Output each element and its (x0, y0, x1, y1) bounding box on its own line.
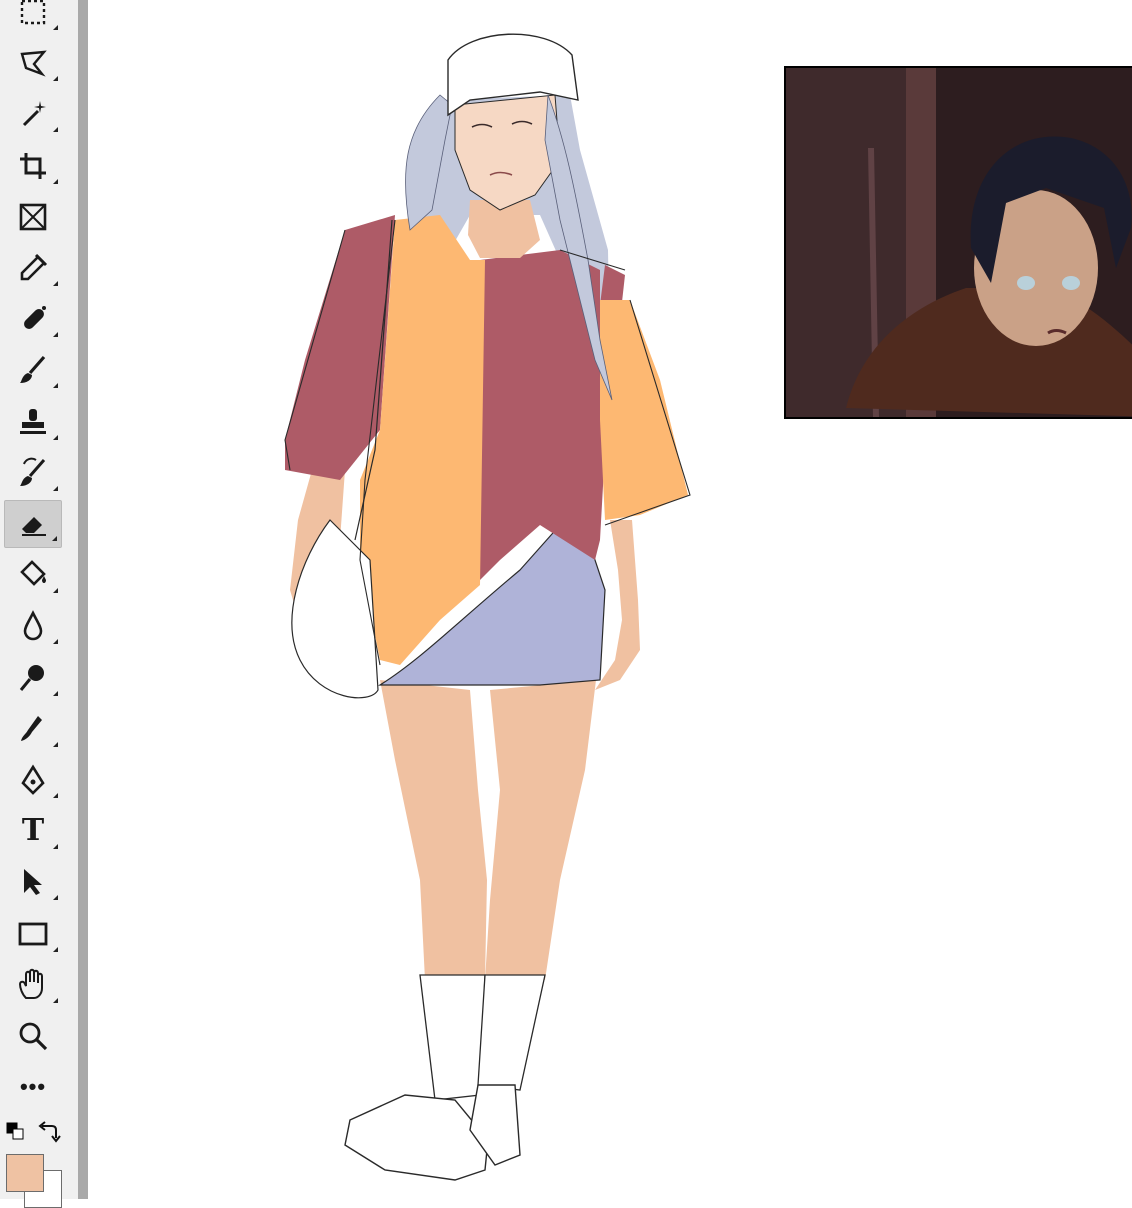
tools-panel-edge (78, 0, 88, 1199)
clone-stamp-tool-button[interactable] (4, 398, 62, 446)
flyout-indicator-icon (53, 639, 58, 645)
spot-healing-brush-icon (24, 306, 46, 330)
history-brush-icon (20, 457, 46, 486)
rectangular-marquee-icon (20, 0, 46, 25)
flyout-indicator-icon (53, 844, 58, 850)
brush-tool-button[interactable] (4, 346, 62, 394)
rectangle-icon (18, 922, 48, 945)
smudge-icon (21, 715, 42, 741)
default-colors-icon[interactable] (6, 1122, 24, 1140)
flyout-indicator-icon (53, 76, 58, 82)
flyout-indicator-icon (53, 997, 58, 1003)
smudge-tool-button[interactable] (4, 705, 62, 753)
type-tool-button[interactable]: T (4, 807, 62, 855)
dodge-icon (19, 664, 44, 691)
reference-image (784, 66, 1132, 419)
flyout-indicator-icon (53, 588, 58, 594)
rectangular-marquee-tool-button[interactable] (4, 0, 62, 36)
type-icon: T (21, 813, 45, 849)
flyout-indicator-icon (53, 793, 58, 798)
left-leg (380, 680, 487, 980)
frame-icon (19, 203, 47, 231)
flyout-indicator-icon (52, 536, 57, 541)
spot-healing-brush-tool-button[interactable] (4, 295, 62, 343)
pen-tool-button[interactable] (4, 756, 62, 804)
flyout-indicator-icon (53, 946, 58, 952)
flyout-indicator-icon (53, 741, 58, 747)
more-tools-icon: ••• (19, 1074, 47, 1100)
shirt-right-sleeve (600, 300, 688, 520)
blur-icon (23, 610, 43, 641)
history-brush-tool-button[interactable] (4, 449, 62, 497)
flyout-indicator-icon (53, 25, 58, 30)
blur-tool-button[interactable] (4, 602, 62, 650)
magic-wand-tool-button[interactable] (4, 90, 62, 138)
right-sock (477, 974, 546, 1091)
reference-image-content (786, 68, 1132, 417)
brush-icon (20, 356, 46, 384)
flyout-indicator-icon (53, 332, 58, 338)
path-selection-tool-button[interactable] (4, 858, 62, 906)
flyout-indicator-icon (53, 895, 58, 901)
foreground-color-swatch[interactable] (6, 1154, 44, 1192)
flyout-indicator-icon (53, 281, 58, 286)
eraser-icon (22, 517, 46, 536)
flyout-indicator-icon (53, 178, 58, 184)
zoom-tool-button[interactable] (4, 1012, 62, 1060)
flyout-indicator-icon (53, 485, 58, 491)
flyout-indicator-icon (53, 127, 58, 133)
flyout-indicator-icon (53, 383, 58, 389)
paint-bucket-tool-button[interactable] (4, 551, 62, 599)
pen-icon (21, 764, 45, 795)
left-shoe (344, 1094, 489, 1181)
frame-tool-button[interactable] (4, 193, 62, 241)
eyedropper-tool-button[interactable] (4, 244, 62, 292)
paint-bucket-icon (20, 560, 46, 587)
eyedropper-icon (20, 253, 48, 281)
rectangle-tool-button[interactable] (4, 910, 62, 958)
lasso-icon (20, 50, 47, 77)
left-sock (419, 974, 486, 1101)
magic-wand-icon (22, 101, 46, 127)
color-swatches (0, 1112, 78, 1208)
right-leg (485, 680, 596, 980)
swap-colors-icon[interactable] (36, 1120, 62, 1146)
dodge-tool-button[interactable] (4, 654, 62, 702)
lasso-tool-button[interactable] (4, 39, 62, 87)
hand-tool-button[interactable] (4, 961, 62, 1009)
crop-icon (20, 152, 46, 179)
clone-stamp-icon (20, 408, 46, 434)
document-canvas[interactable] (88, 0, 1132, 1199)
hand-icon (18, 968, 43, 999)
flyout-indicator-icon (53, 690, 58, 696)
zoom-icon (19, 1022, 48, 1051)
more-tools-tool-button[interactable]: ••• (4, 1063, 62, 1111)
crop-tool-button[interactable] (4, 142, 62, 190)
path-selection-icon (24, 869, 42, 896)
eraser-tool-button[interactable] (4, 500, 62, 548)
flyout-indicator-icon (53, 434, 58, 440)
